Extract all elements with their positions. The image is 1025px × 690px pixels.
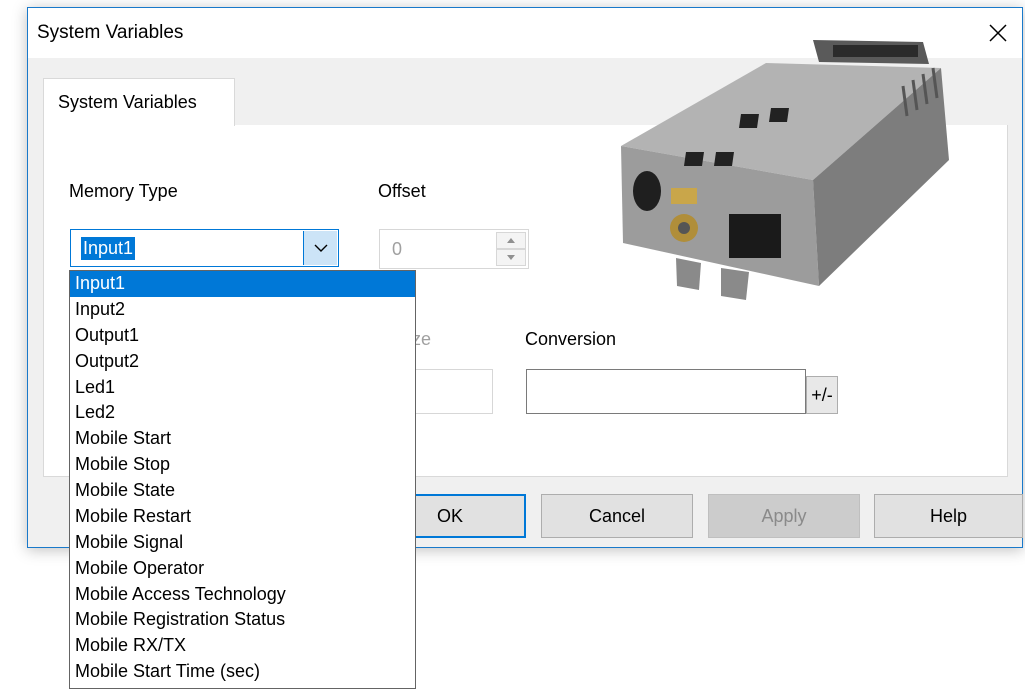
- close-icon: [989, 24, 1007, 42]
- conversion-label: Conversion: [525, 329, 617, 349]
- dropdown-option[interactable]: Led1: [70, 375, 415, 401]
- combo-dropdown-button[interactable]: [303, 231, 337, 265]
- tab-label: System Variables: [58, 92, 197, 112]
- dropdown-option[interactable]: Mobile State: [70, 478, 415, 504]
- tab-system-variables[interactable]: System Variables: [43, 78, 235, 126]
- dropdown-option[interactable]: Mobile Operator: [70, 556, 415, 582]
- dropdown-option[interactable]: Mobile Restart: [70, 504, 415, 530]
- dropdown-option[interactable]: Mobile Start: [70, 426, 415, 452]
- chevron-down-icon: [314, 244, 327, 252]
- dropdown-option[interactable]: Mobile Registration Status: [70, 607, 415, 633]
- dropdown-option[interactable]: Mobile Signal: [70, 530, 415, 556]
- device-image: [621, 40, 949, 300]
- spin-down-button[interactable]: [496, 249, 526, 266]
- dropdown-option[interactable]: Mobile Start Time (sec): [70, 659, 415, 685]
- dropdown-option[interactable]: Mobile Stop: [70, 452, 415, 478]
- dialog-title: System Variables: [37, 22, 184, 43]
- cancel-button[interactable]: Cancel: [541, 494, 693, 538]
- dropdown-option[interactable]: Input1: [70, 271, 415, 297]
- triangle-up-icon: [507, 238, 515, 243]
- triangle-down-icon: [507, 255, 515, 260]
- dropdown-option[interactable]: Mobile Access Technology: [70, 582, 415, 608]
- conversion-field[interactable]: [526, 369, 806, 414]
- offset-value: 0: [392, 239, 403, 259]
- dropdown-option[interactable]: Output1: [70, 323, 415, 349]
- memory-type-label: Memory Type: [69, 181, 178, 201]
- dropdown-option[interactable]: Input2: [70, 297, 415, 323]
- dropdown-option[interactable]: Mobile RX/TX: [70, 633, 415, 659]
- offset-label: Offset: [378, 181, 426, 201]
- dropdown-option[interactable]: Led2: [70, 400, 415, 426]
- memory-type-combobox[interactable]: Input1: [70, 229, 339, 267]
- memory-type-dropdown-list: Input1 Input2 Output1 Output2 Led1 Led2 Mobile…: [69, 270, 416, 689]
- apply-button[interactable]: Apply: [708, 494, 860, 538]
- offset-spinbox[interactable]: 0: [379, 229, 529, 269]
- help-button[interactable]: Help: [874, 494, 1023, 538]
- close-button[interactable]: [974, 8, 1022, 58]
- dropdown-option[interactable]: Output2: [70, 349, 415, 375]
- spin-up-button[interactable]: [496, 232, 526, 249]
- plus-minus-button[interactable]: +/-: [806, 376, 838, 414]
- memory-type-value: Input1: [81, 237, 136, 260]
